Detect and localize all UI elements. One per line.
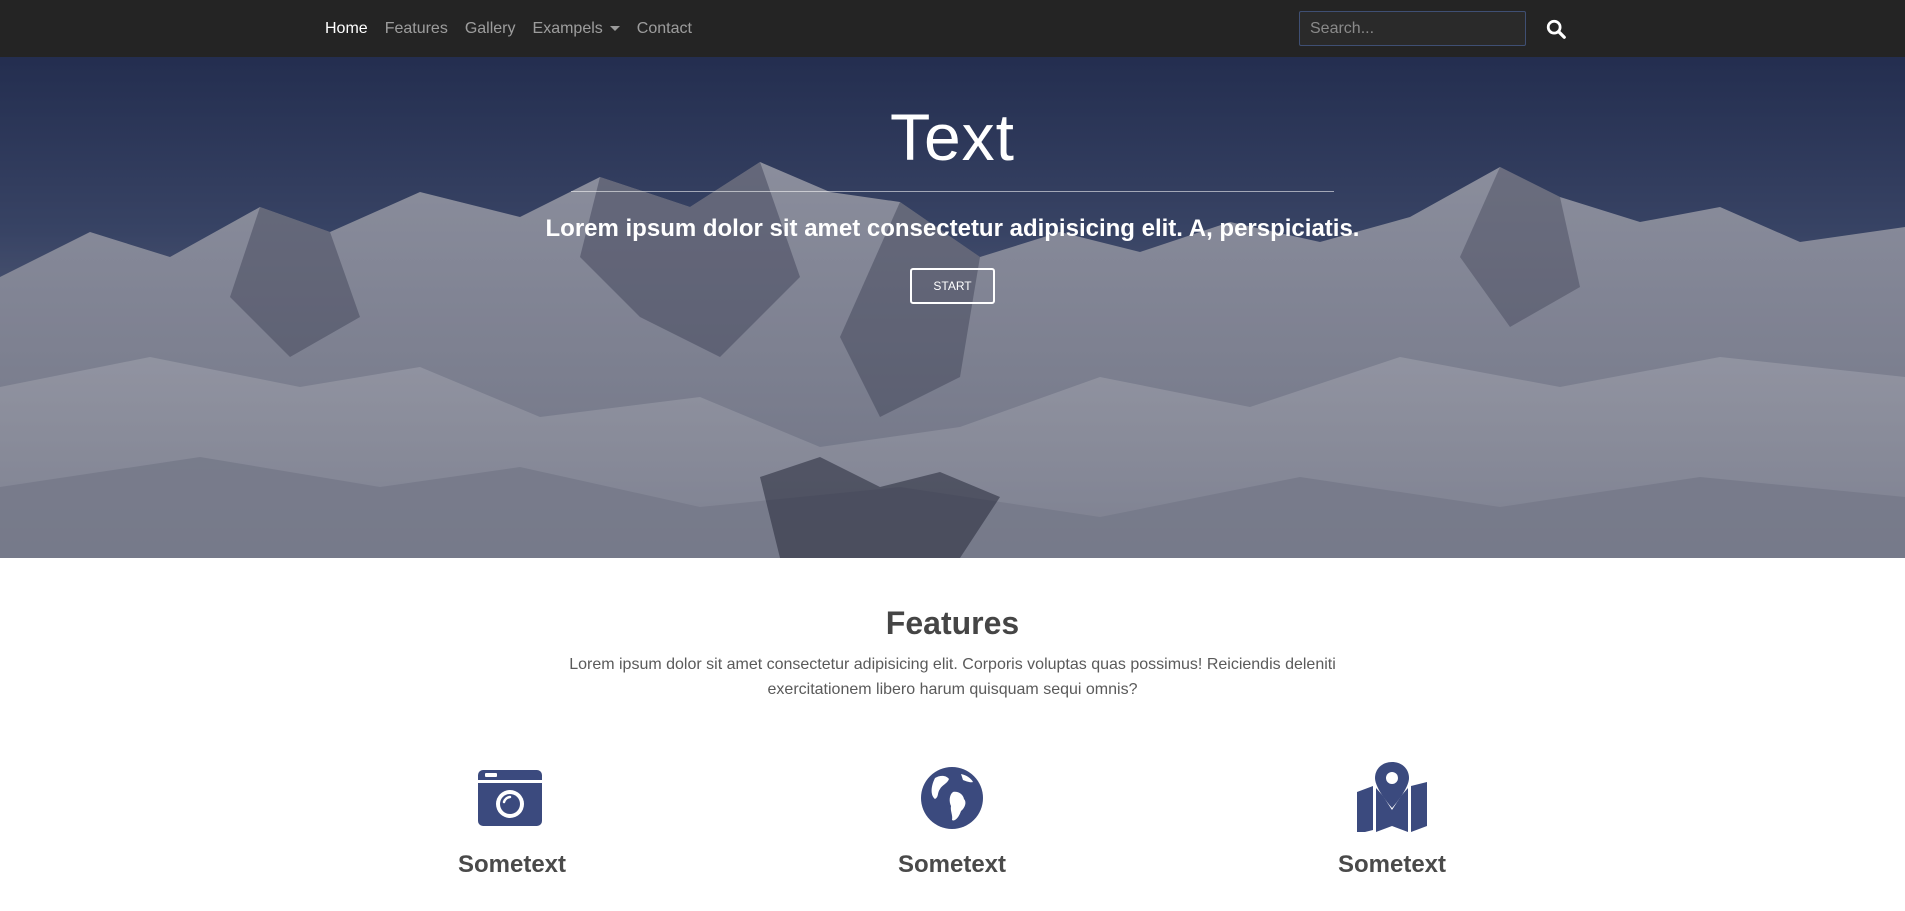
features-description: Lorem ipsum dolor sit amet consectetur a… — [569, 656, 1336, 698]
search-button[interactable] — [1542, 15, 1570, 43]
hero-section: Text Lorem ipsum dolor sit amet consecte… — [0, 57, 1905, 558]
nav-link-label: Gallery — [464, 19, 516, 37]
globe-icon — [921, 767, 983, 829]
search-icon — [1546, 19, 1566, 39]
feature-item: Sometext — [1282, 762, 1502, 879]
nav-link-label: Features — [384, 19, 448, 37]
feature-title: Sometext — [897, 851, 1007, 878]
feature-title: Sometext — [1337, 851, 1447, 878]
nav-link-features[interactable]: Features — [385, 20, 448, 38]
nav-link-label: Exampels — [532, 19, 603, 37]
navbar: Home Features Gallery Exampels Contact — [0, 0, 1905, 57]
map-marker-icon — [1357, 762, 1427, 832]
feature-item: Sometext — [842, 762, 1062, 879]
nav-link-gallery[interactable]: Gallery — [465, 20, 516, 38]
nav-link-home[interactable]: Home — [325, 20, 368, 38]
nav-link-label: Home — [325, 19, 368, 37]
search-input[interactable] — [1299, 11, 1526, 46]
nav-dropdown-exampels[interactable]: Exampels — [533, 20, 620, 38]
hero-title: Text — [889, 100, 1016, 174]
features-title: Features — [885, 605, 1020, 641]
feature-item: Sometext — [402, 762, 622, 879]
start-button[interactable]: START — [910, 268, 995, 304]
feature-title: Sometext — [457, 851, 567, 878]
nav-links: Home Features Gallery Exampels Contact — [325, 0, 709, 57]
hero-subtitle: Lorem ipsum dolor sit amet consectetur a… — [545, 215, 1360, 242]
nav-link-contact[interactable]: Contact — [637, 20, 692, 38]
hero-divider — [571, 191, 1334, 192]
chevron-down-icon — [609, 26, 620, 31]
camera-icon — [478, 770, 542, 826]
nav-link-label: Contact — [636, 19, 692, 37]
